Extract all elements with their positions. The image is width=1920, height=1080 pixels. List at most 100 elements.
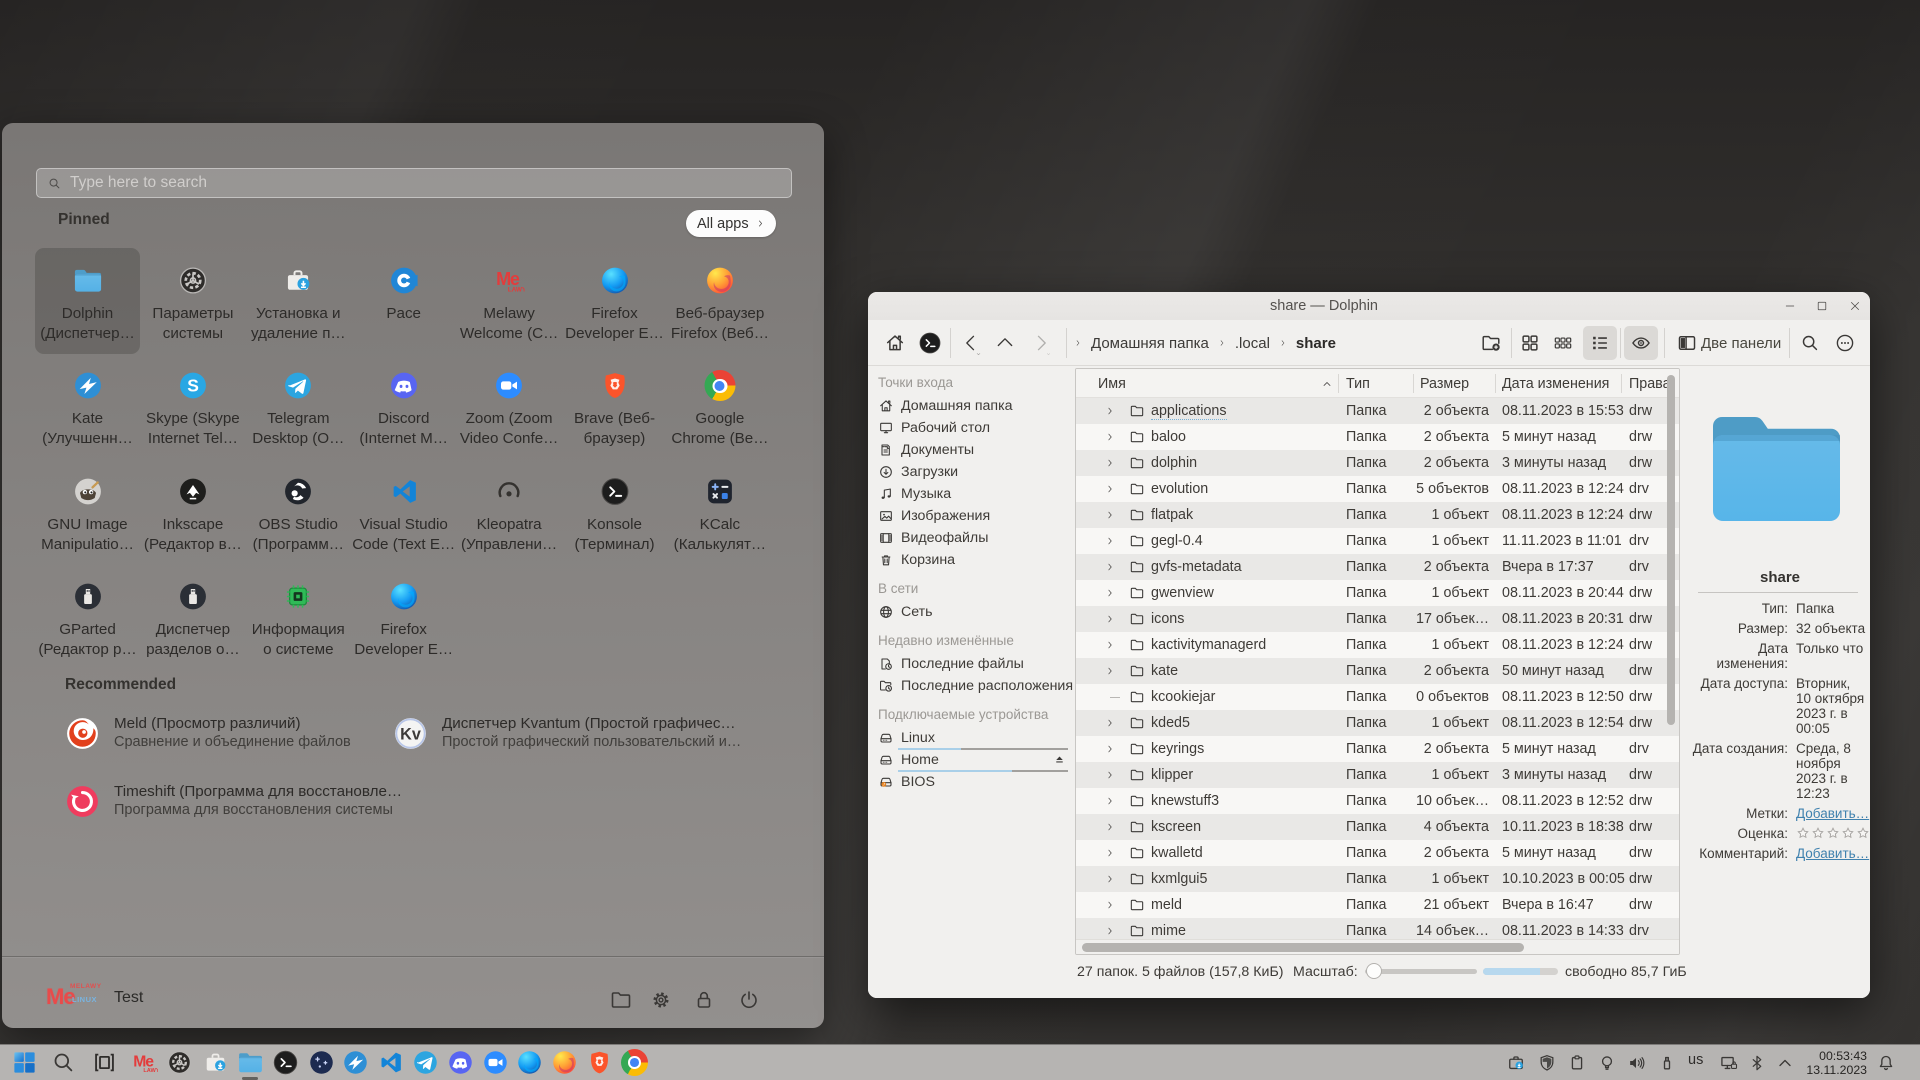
task-telegram[interactable] bbox=[412, 1049, 439, 1076]
app-dolphin[interactable]: Dolphin(Диспетчер… bbox=[35, 248, 140, 354]
search-button[interactable] bbox=[1799, 332, 1821, 354]
places-item-корзина[interactable]: Корзина bbox=[878, 549, 955, 571]
app-google[interactable]: GoogleChrome (Be… bbox=[667, 353, 772, 459]
file-row-kscreen[interactable]: kscreenПапка4 объекта10.11.2023 в 18:38d… bbox=[1076, 814, 1679, 840]
file-row-kactivitymanagerd[interactable]: kactivitymanagerdПапка1 объект08.11.2023… bbox=[1076, 632, 1679, 658]
file-row-icons[interactable]: iconsПапка17 объек…08.11.2023 в 20:31drw bbox=[1076, 606, 1679, 632]
up-button[interactable] bbox=[995, 333, 1015, 353]
expand-arrow-icon[interactable] bbox=[1105, 640, 1115, 650]
home-button[interactable] bbox=[884, 332, 906, 354]
expand-arrow-icon[interactable] bbox=[1105, 900, 1115, 910]
usb-tray-icon[interactable] bbox=[1657, 1053, 1677, 1073]
file-row-baloo[interactable]: balooПапка2 объекта5 минут назадdrw bbox=[1076, 424, 1679, 450]
forward-dropdown-icon[interactable] bbox=[1044, 351, 1053, 357]
places-item-home[interactable]: Home bbox=[878, 749, 939, 771]
notifications-bell-icon[interactable] bbox=[1876, 1053, 1896, 1073]
clipboard-tray-icon[interactable] bbox=[1567, 1053, 1587, 1073]
horizontal-scrollbar[interactable] bbox=[1082, 943, 1524, 952]
terminal-profile-icon[interactable] bbox=[918, 331, 942, 355]
file-row-kcookiejar[interactable]: kcookiejarПапка0 объектов08.11.2023 в 12… bbox=[1076, 684, 1679, 710]
keyboard-layout-indicator[interactable]: us bbox=[1688, 1052, 1703, 1068]
task-brave[interactable] bbox=[586, 1049, 613, 1076]
expand-arrow-icon[interactable] bbox=[1105, 666, 1115, 676]
task-melawy-center[interactable] bbox=[308, 1049, 335, 1076]
app--[interactable]: Веб-браузерFirefox (Веб… bbox=[667, 248, 772, 354]
bluetooth-tray-icon[interactable] bbox=[1747, 1053, 1767, 1073]
app-kleopatra[interactable]: Kleopatra(Управлени… bbox=[457, 459, 562, 565]
file-row-applications[interactable]: applicationsПапка2 объекта08.11.2023 в 1… bbox=[1076, 398, 1679, 424]
file-row-klipper[interactable]: klipperПапка1 объект3 минуты назадdrw bbox=[1076, 762, 1679, 788]
app-kcalc[interactable]: KCalc(Калькулят… bbox=[667, 459, 772, 565]
app-zoom-zoom[interactable]: Zoom (ZoomVideo Confe… bbox=[457, 353, 562, 459]
expand-arrow-icon[interactable] bbox=[1105, 848, 1115, 858]
places-item-linux[interactable]: Linux bbox=[878, 727, 935, 749]
menu-button[interactable] bbox=[1834, 332, 1856, 354]
split-view-label[interactable]: Две панели bbox=[1701, 320, 1781, 366]
app--[interactable]: Информацияо системе bbox=[246, 564, 351, 670]
expand-arrow-icon[interactable] bbox=[1105, 926, 1115, 936]
task-firefox[interactable] bbox=[551, 1049, 578, 1076]
expand-arrow-icon[interactable] bbox=[1105, 406, 1115, 416]
star-icon[interactable] bbox=[1856, 826, 1870, 840]
breadcrumb-item[interactable]: share bbox=[1296, 335, 1336, 352]
app-inkscape[interactable]: Inkscape(Редактор в… bbox=[140, 459, 245, 565]
places-item-последние-расположения[interactable]: Последние расположения bbox=[878, 675, 1073, 697]
places-item-рабочий-стол[interactable]: Рабочий стол bbox=[878, 417, 990, 439]
file-row-gwenview[interactable]: gwenviewПапка1 объект08.11.2023 в 20:44d… bbox=[1076, 580, 1679, 606]
app-discord[interactable]: Discord(Internet M… bbox=[351, 353, 456, 459]
clock[interactable]: 00:53:43 13.11.2023 bbox=[1799, 1049, 1867, 1077]
lock-button[interactable] bbox=[692, 988, 716, 1012]
split-view-button[interactable] bbox=[1676, 332, 1698, 354]
places-item-загрузки[interactable]: Загрузки bbox=[878, 461, 958, 483]
zoom-slider-knob[interactable] bbox=[1366, 963, 1382, 979]
power-button[interactable] bbox=[737, 988, 761, 1012]
info-add-link[interactable]: Добавить… bbox=[1796, 846, 1866, 861]
new-tab-button[interactable] bbox=[1480, 332, 1502, 354]
file-row-evolution[interactable]: evolutionПапка5 объектов08.11.2023 в 12:… bbox=[1076, 476, 1679, 502]
virtual-desktops-button[interactable] bbox=[91, 1049, 118, 1076]
expand-arrow-icon[interactable] bbox=[1105, 614, 1115, 624]
file-row-mime[interactable]: mimeПапка14 объек…08.11.2023 в 14:33drv bbox=[1076, 918, 1679, 939]
places-item-последние-файлы[interactable]: Последние файлы bbox=[878, 653, 1024, 675]
file-row-kxmlgui5[interactable]: kxmlgui5Папка1 объект10.10.2023 в 00:05d… bbox=[1076, 866, 1679, 892]
expand-arrow-icon[interactable] bbox=[1105, 484, 1115, 494]
expand-arrow-icon[interactable] bbox=[1105, 744, 1115, 754]
app-telegram[interactable]: TelegramDesktop (O… bbox=[246, 353, 351, 459]
task-firefox-developer[interactable] bbox=[516, 1049, 543, 1076]
task-discover[interactable] bbox=[202, 1049, 229, 1076]
task-discord[interactable] bbox=[447, 1049, 474, 1076]
app-firefox[interactable]: FirefoxDeveloper E… bbox=[562, 248, 667, 354]
file-manager-button[interactable] bbox=[609, 988, 633, 1012]
expand-arrow-icon[interactable] bbox=[1105, 874, 1115, 884]
recommended-item[interactable]: Meld (Просмотр различий)Сравнение и объе… bbox=[64, 714, 384, 758]
app-pace[interactable]: Pace bbox=[351, 248, 456, 354]
column-header-3[interactable]: Дата изменения bbox=[1502, 369, 1609, 398]
shield-tray-icon[interactable] bbox=[1537, 1053, 1557, 1073]
file-row-keyrings[interactable]: keyringsПапка2 объекта5 минут назадdrv bbox=[1076, 736, 1679, 762]
launcher-search[interactable] bbox=[36, 168, 792, 198]
back-dropdown-icon[interactable] bbox=[974, 351, 983, 357]
bulb-tray-icon[interactable] bbox=[1597, 1053, 1617, 1073]
expand-arrow-icon[interactable] bbox=[1105, 562, 1115, 572]
info-add-link[interactable]: Добавить… bbox=[1796, 806, 1866, 821]
column-header-4[interactable]: Права bbox=[1629, 369, 1671, 398]
app-firefox[interactable]: FirefoxDeveloper E… bbox=[351, 564, 456, 670]
task-kate[interactable] bbox=[342, 1049, 369, 1076]
start-button[interactable] bbox=[11, 1049, 38, 1076]
places-item-bios[interactable]: BIOS bbox=[878, 771, 935, 793]
file-row-kate[interactable]: kateПапка2 объекта50 минут назадdrw bbox=[1076, 658, 1679, 684]
expand-arrow-icon[interactable] bbox=[1105, 588, 1115, 598]
task-system-settings[interactable] bbox=[166, 1049, 193, 1076]
file-row-kded5[interactable]: kded5Папка1 объект08.11.2023 в 12:54drw bbox=[1076, 710, 1679, 736]
app-obs-studio[interactable]: OBS Studio(Программ… bbox=[246, 459, 351, 565]
places-item-изображения[interactable]: Изображения bbox=[878, 505, 990, 527]
recommended-item[interactable]: KvДиспетчер Kvantum (Простой графичес…Пр… bbox=[392, 714, 712, 758]
launcher-user[interactable]: Me MELAWY LINUX Test bbox=[46, 981, 143, 1015]
app-konsole[interactable]: Konsole(Терминал) bbox=[562, 459, 667, 565]
monitor-lock-tray-icon[interactable] bbox=[1719, 1053, 1739, 1073]
file-row-knewstuff3[interactable]: knewstuff3Папка10 объек…08.11.2023 в 12:… bbox=[1076, 788, 1679, 814]
file-row-kwalletd[interactable]: kwalletdПапка2 объекта5 минут назадdrw bbox=[1076, 840, 1679, 866]
zoom-slider[interactable] bbox=[1365, 969, 1477, 974]
app--[interactable]: Параметрысистемы bbox=[140, 248, 245, 354]
places-item-домашняя-папка[interactable]: Домашняя папка bbox=[878, 395, 1013, 417]
